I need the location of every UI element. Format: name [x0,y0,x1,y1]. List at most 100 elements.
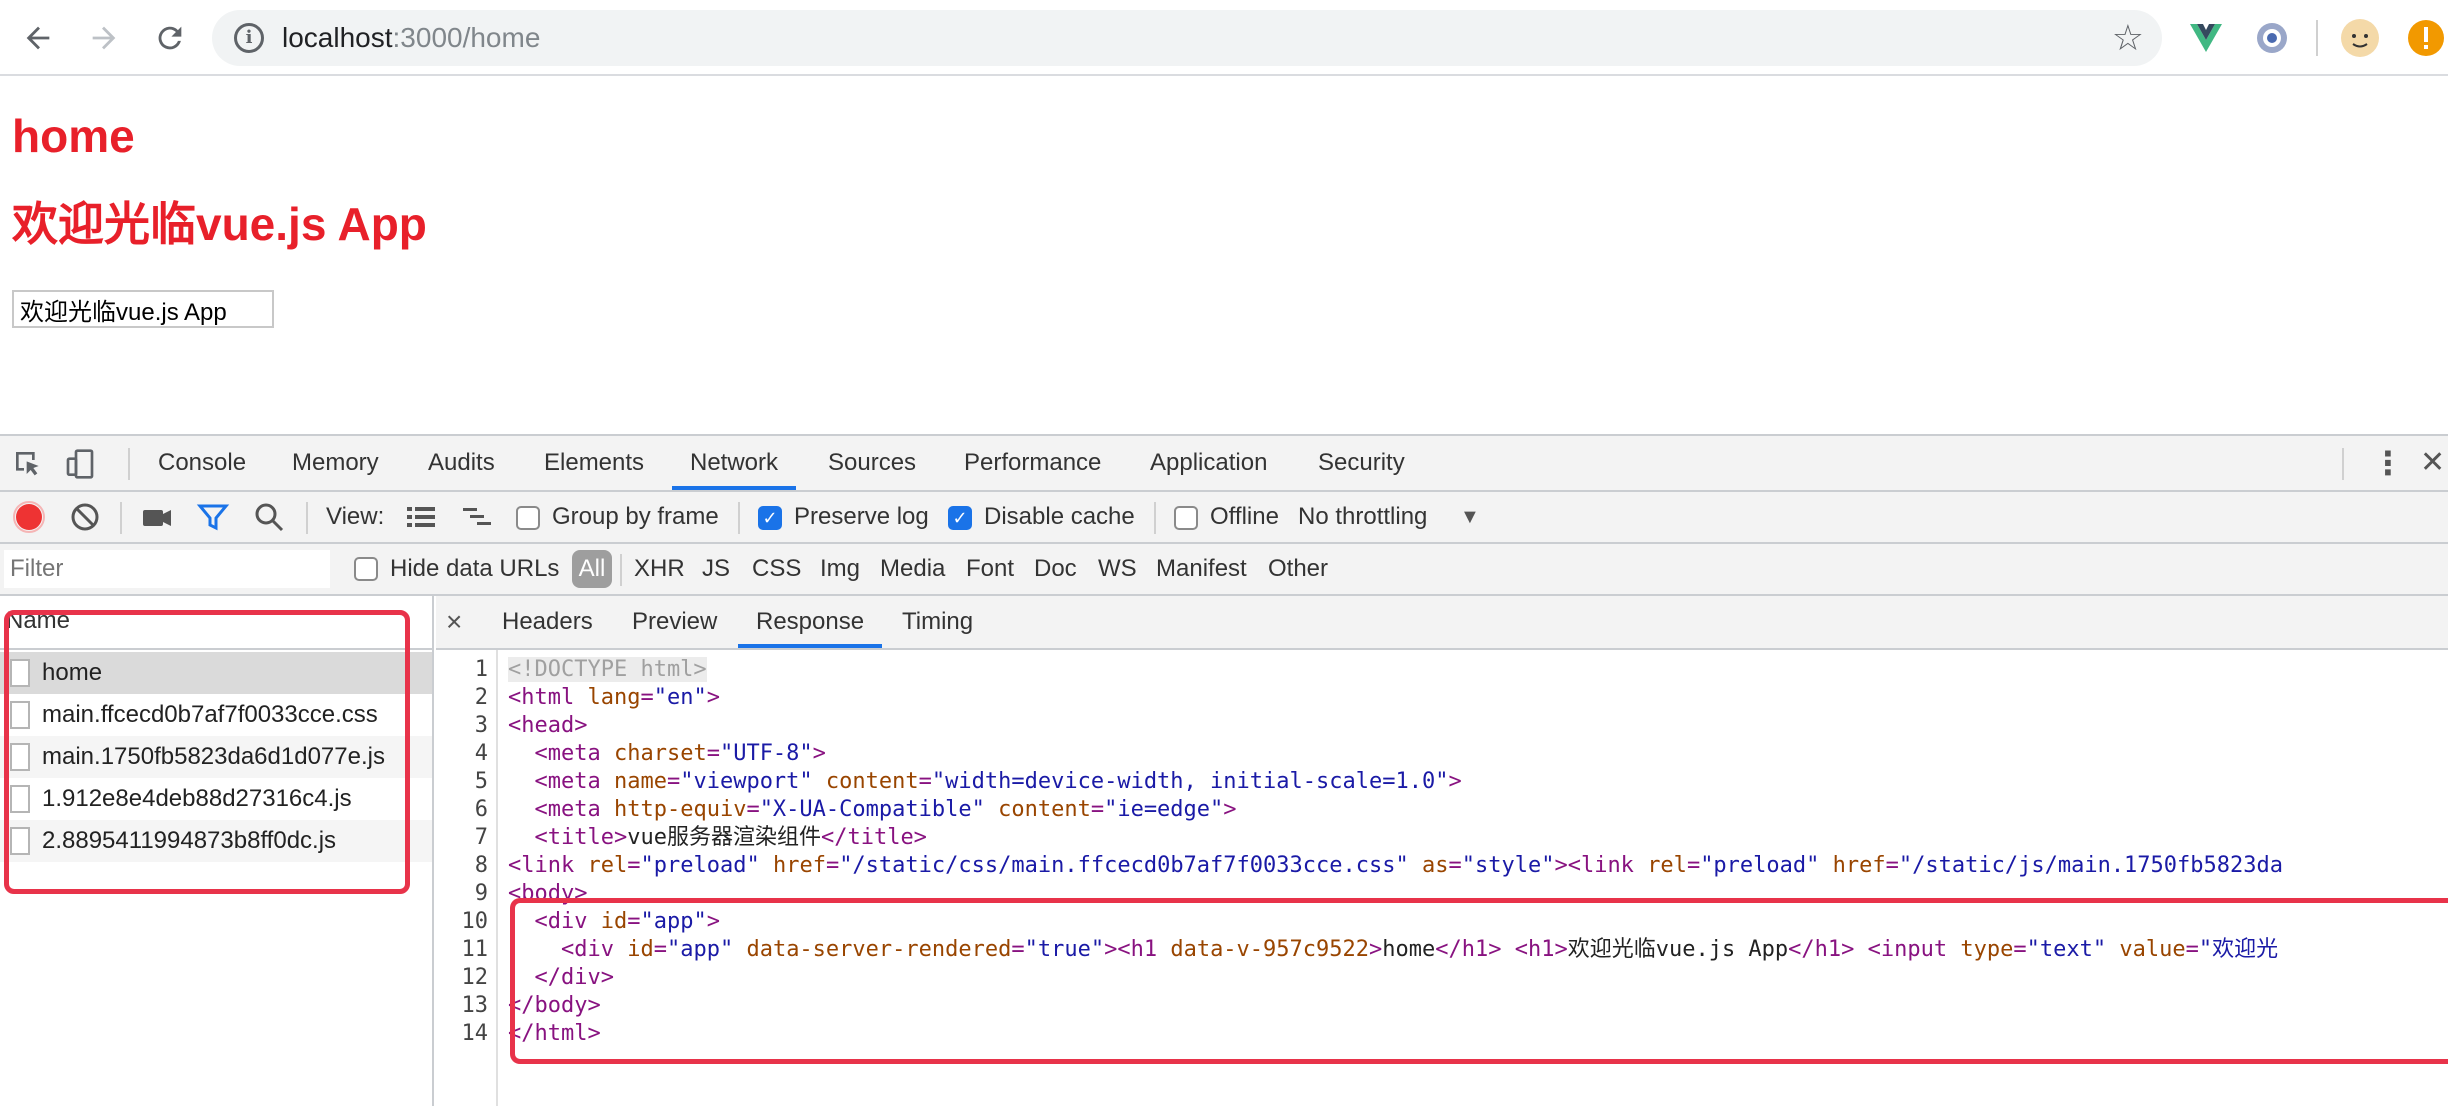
info-icon[interactable]: i [234,23,264,53]
filter-type-img[interactable]: Img [820,544,860,594]
device-toolbar-icon[interactable] [64,448,98,482]
clear-icon[interactable] [68,500,102,534]
tab-console[interactable]: Console [158,436,246,490]
filter-type-doc[interactable]: Doc [1034,544,1077,594]
network-filter-bar: Hide data URLs All XHR JS CSS Img Media … [0,544,2448,596]
code-line: <body> [508,881,588,906]
list-item[interactable]: home [0,652,432,694]
filter-type-manifest[interactable]: Manifest [1156,544,1247,594]
toolbar-divider [738,502,740,534]
toolbar-divider [2316,20,2318,56]
tab-application[interactable]: Application [1150,436,1267,490]
back-arrow-icon[interactable] [14,14,62,62]
line-number: 1 [474,657,488,682]
devtools-tab-bar: Console Memory Audits Elements Network S… [0,436,2448,492]
throttling-select[interactable]: No throttling [1298,492,1427,542]
line-number: 6 [474,797,488,822]
code-line: </html> [508,1021,601,1046]
list-item[interactable]: main.ffcecd0b7af7f0033cce.css [0,694,432,736]
reload-icon[interactable] [146,14,194,62]
list-item[interactable]: 2.8895411994873b8ff0dc.js [0,820,432,862]
tab-elements[interactable]: Elements [544,436,644,490]
vue-devtools-extension-icon[interactable] [2186,18,2226,58]
page-heading-welcome: 欢迎光临vue.js App [12,198,427,250]
alert-icon[interactable] [2406,18,2446,58]
view-label: View: [326,503,385,530]
code-line: <html lang="en"> [508,685,720,710]
request-list-header[interactable]: Name [0,596,432,650]
toolbar-divider [120,502,122,534]
tab-headers[interactable]: Headers [502,596,593,648]
code-line: <head> [508,713,588,738]
tab-audits[interactable]: Audits [428,436,495,490]
tab-preview[interactable]: Preview [632,596,717,648]
filter-input[interactable] [4,550,330,588]
code-line: <meta charset="UTF-8"> [534,741,826,766]
star-icon[interactable]: ☆ [2112,18,2144,58]
request-name: 1.912e8e4deb88d27316c4.js [42,785,352,812]
filter-funnel-icon[interactable] [196,500,230,534]
tab-memory[interactable]: Memory [292,436,379,490]
avatar[interactable] [2340,18,2380,58]
line-number: 9 [474,881,488,906]
line-number: 14 [461,1021,489,1046]
toolbar-divider [1154,502,1156,534]
more-options-icon[interactable]: ⋮ [2372,436,2404,490]
filter-type-ws[interactable]: WS [1098,544,1137,594]
inspect-element-icon[interactable] [12,448,46,482]
filter-type-media[interactable]: Media [880,544,945,594]
react-extension-icon[interactable] [2252,18,2292,58]
forward-arrow-icon[interactable] [80,14,128,62]
list-item[interactable]: main.1750fb5823da6d1d077e.js [0,736,432,778]
file-icon [10,701,30,729]
disable-cache-checkbox[interactable]: ✓ [948,506,972,530]
filter-type-js[interactable]: JS [702,544,730,594]
line-number: 5 [474,769,488,794]
name-column-header[interactable]: Name [6,596,70,646]
detail-tab-bar: × Headers Preview Response Timing [436,596,2448,650]
offline-checkbox[interactable] [1174,506,1198,530]
request-detail-panel: × Headers Preview Response Timing 1 2 3 … [436,596,2448,1106]
filter-type-all[interactable]: All [572,550,612,588]
group-by-frame-checkbox[interactable] [516,506,540,530]
record-icon[interactable] [12,500,46,534]
search-icon[interactable] [252,500,286,534]
close-icon[interactable]: × [446,596,462,648]
welcome-text-input[interactable] [12,290,274,328]
screenshot-camera-icon[interactable] [140,500,174,534]
request-name: main.ffcecd0b7af7f0033cce.css [42,701,378,728]
tab-performance[interactable]: Performance [964,436,1101,490]
filter-type-other[interactable]: Other [1268,544,1328,594]
list-item[interactable]: 1.912e8e4deb88d27316c4.js [0,778,432,820]
filter-type-font[interactable]: Font [966,544,1014,594]
preserve-log-checkbox[interactable]: ✓ [758,506,782,530]
code-line: </body> [508,993,601,1018]
tab-network[interactable]: Network [672,436,797,490]
code-line: <!DOCTYPE html> [508,657,707,682]
hide-data-urls-checkbox[interactable] [354,557,378,581]
tab-sources[interactable]: Sources [828,436,916,490]
disable-cache-label: Disable cache [984,503,1135,530]
waterfall-overview-icon[interactable] [460,500,494,534]
offline-label: Offline [1210,503,1279,530]
address-bar[interactable]: i localhost:3000/home ☆ [212,10,2162,66]
tab-timing[interactable]: Timing [902,596,973,648]
close-devtools-icon[interactable]: ✕ [2420,436,2445,490]
code-line: <link rel="preload" href="/static/css/ma… [508,853,2283,878]
response-source-view[interactable]: 1 2 3 4 5 6 7 8 9 10 11 12 13 14 <!DOCTY… [436,650,2448,1106]
network-toolbar: View: Group by frame ✓ Preserve log ✓ Di… [0,492,2448,544]
code-line: <div id="app" data-server-rendered="true… [560,937,2279,962]
toolbar-divider [306,502,308,534]
line-number: 4 [474,741,488,766]
file-icon [10,827,30,855]
line-number: 13 [461,993,489,1018]
code-line: <meta name="viewport" content="width=dev… [534,769,1462,794]
filter-type-xhr[interactable]: XHR [634,544,685,594]
tab-security[interactable]: Security [1318,436,1405,490]
line-number: 3 [474,713,488,738]
filter-type-css[interactable]: CSS [752,544,801,594]
large-rows-icon[interactable] [404,500,438,534]
chevron-down-icon[interactable]: ▼ [1460,492,1480,542]
code-line: </div> [534,965,614,990]
tab-response[interactable]: Response [738,596,883,648]
